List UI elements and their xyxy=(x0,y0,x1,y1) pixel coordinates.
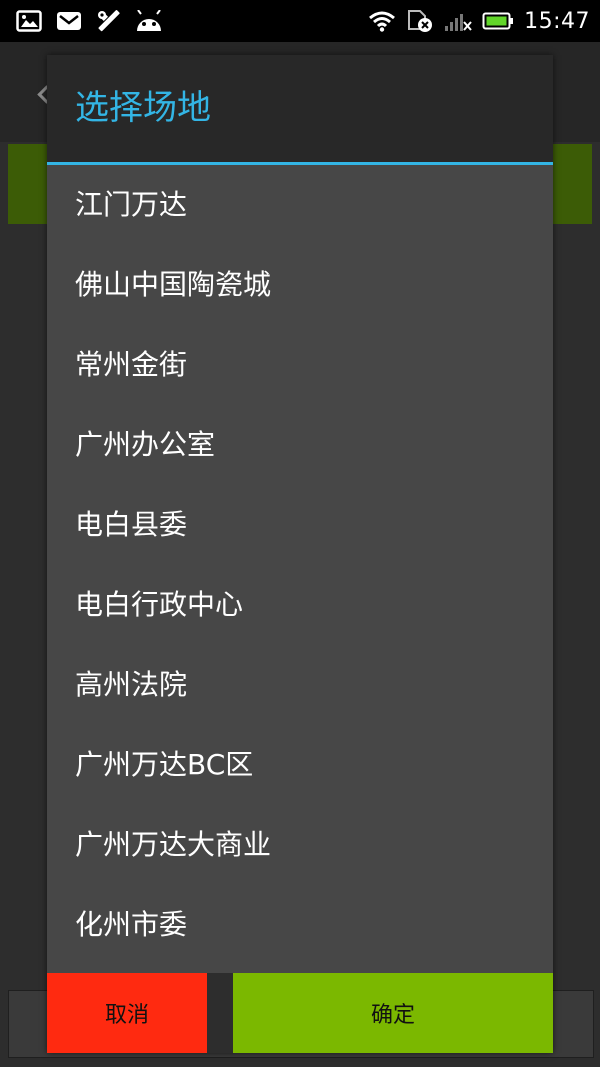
select-venue-dialog: 选择场地 江门万达 佛山中国陶瓷城 常州金街 广州办公室 电白县委 电白行政中心… xyxy=(47,55,553,1053)
status-notifications xyxy=(16,9,164,33)
venue-item[interactable]: 广州万达大商业 xyxy=(47,805,553,885)
dialog-header: 选择场地 xyxy=(47,55,553,162)
venue-item[interactable]: 广州办公室 xyxy=(47,405,553,485)
venue-item[interactable]: 高州法院 xyxy=(47,645,553,725)
sim-no-service-icon xyxy=(406,9,434,33)
dialog-title: 选择场地 xyxy=(75,88,211,128)
status-time: 15:47 xyxy=(524,8,590,34)
gallery-icon xyxy=(16,10,42,32)
venue-item[interactable]: 电白县委 xyxy=(47,485,553,565)
venue-item[interactable]: 江门万达 xyxy=(47,165,553,245)
venue-list: 江门万达 佛山中国陶瓷城 常州金街 广州办公室 电白县委 电白行政中心 高州法院… xyxy=(47,165,553,965)
screen: 15:47 选择场地 江门万达 佛山中国陶瓷城 常州金街 广州办公室 电白县委 … xyxy=(0,0,600,1067)
status-system: 15:47 xyxy=(368,9,590,34)
venue-item[interactable]: 佛山中国陶瓷城 xyxy=(47,245,553,325)
dialog-button-bar: 取消 确定 xyxy=(47,973,553,1053)
battery-icon xyxy=(482,11,514,31)
signal-icon xyxy=(444,10,472,32)
venue-item[interactable]: 广州万达BC区 xyxy=(47,725,553,805)
tools-icon xyxy=(96,9,120,33)
venue-item[interactable]: 常州金街 xyxy=(47,325,553,405)
status-bar: 15:47 xyxy=(0,0,600,42)
cancel-button[interactable]: 取消 xyxy=(47,973,207,1053)
wifi-icon xyxy=(368,10,396,32)
venue-item[interactable]: 化州市委 xyxy=(47,885,553,965)
mail-icon xyxy=(56,10,82,32)
android-icon xyxy=(134,10,164,32)
confirm-button[interactable]: 确定 xyxy=(233,973,553,1053)
venue-item[interactable]: 电白行政中心 xyxy=(47,565,553,645)
